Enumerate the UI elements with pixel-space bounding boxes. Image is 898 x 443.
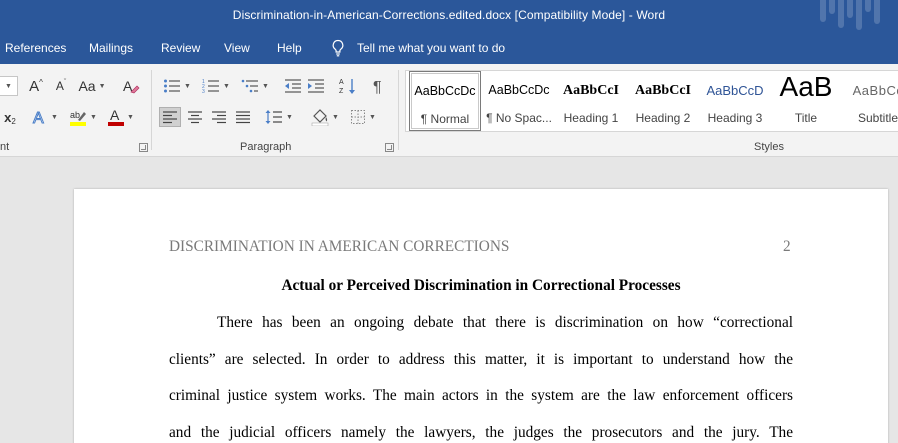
body-text-line: and the judicial officers namely the law… bbox=[169, 424, 793, 441]
align-left-icon bbox=[163, 111, 177, 124]
justify-icon bbox=[236, 111, 250, 124]
style-heading-3[interactable]: AaBbCcD Heading 3 bbox=[699, 71, 771, 131]
svg-text:Z: Z bbox=[339, 88, 344, 95]
align-right-icon bbox=[212, 111, 226, 124]
window-title: Discrimination-in-American-Corrections.e… bbox=[232, 8, 666, 22]
sort-button[interactable]: A Z bbox=[337, 76, 359, 96]
show-formatting-button[interactable]: ¶ bbox=[368, 76, 390, 96]
document-title: Actual or Perceived Discrimination in Co… bbox=[281, 277, 681, 294]
style-heading-1[interactable]: AaBbCcI Heading 1 bbox=[555, 71, 627, 131]
svg-text:3: 3 bbox=[202, 89, 205, 94]
running-head: DISCRIMINATION IN AMERICAN CORRECTIONS bbox=[169, 238, 510, 255]
tell-me-search[interactable]: Tell me what you want to do bbox=[357, 41, 505, 55]
font-group-label: nt bbox=[0, 141, 10, 153]
style-name: Heading 1 bbox=[563, 111, 619, 125]
page-number: 2 bbox=[783, 238, 791, 255]
shrink-font-button[interactable]: Aˇ bbox=[50, 76, 72, 96]
text-effects-button[interactable]: A ▼ bbox=[30, 107, 60, 127]
lightbulb-icon[interactable] bbox=[331, 39, 345, 57]
document-page[interactable]: DISCRIMINATION IN AMERICAN CORRECTIONS 2… bbox=[74, 189, 888, 443]
multilevel-list-button[interactable]: ▼ bbox=[238, 76, 272, 96]
tab-mailings[interactable]: Mailings bbox=[89, 41, 133, 55]
title-bar: Discrimination-in-American-Corrections.e… bbox=[0, 0, 898, 32]
grow-font-button[interactable]: A ^ bbox=[24, 76, 48, 96]
styles-group-label: Styles bbox=[754, 141, 784, 153]
change-case-button[interactable]: Aa ▼ bbox=[76, 76, 108, 96]
style-name: Heading 2 bbox=[635, 111, 691, 125]
style-name: ¶ Normal bbox=[420, 112, 470, 126]
style-name: Heading 3 bbox=[707, 111, 763, 125]
increase-indent-icon bbox=[308, 79, 324, 93]
style-preview: AaBbCcI bbox=[562, 83, 619, 98]
align-right-button[interactable] bbox=[208, 107, 230, 127]
shading-button[interactable]: ▼ bbox=[308, 107, 342, 127]
style-name: Title bbox=[794, 111, 818, 125]
group-divider bbox=[398, 70, 399, 150]
style-heading-2[interactable]: AaBbCcI Heading 2 bbox=[627, 71, 699, 131]
align-left-button[interactable] bbox=[159, 107, 181, 127]
font-color-button[interactable]: A ▼ bbox=[104, 107, 138, 127]
highlight-color-button[interactable]: ab ▼ bbox=[66, 107, 100, 127]
style-preview: AaBbCc bbox=[852, 83, 898, 98]
body-text-line: criminal justice system works. The main … bbox=[169, 387, 793, 404]
bullets-icon bbox=[164, 79, 181, 93]
decrease-indent-icon bbox=[285, 79, 301, 93]
decrease-indent-button[interactable] bbox=[282, 76, 304, 96]
align-center-icon bbox=[188, 111, 202, 124]
font-dialog-launcher[interactable] bbox=[139, 143, 148, 152]
increase-indent-button[interactable] bbox=[305, 76, 327, 96]
style-normal[interactable]: AaBbCcDc ¶ Normal bbox=[409, 71, 481, 131]
multilevel-list-icon bbox=[241, 79, 259, 93]
pilcrow-icon: ¶ bbox=[373, 79, 382, 94]
text-effects-icon: A bbox=[33, 110, 45, 127]
line-spacing-button[interactable]: ▼ bbox=[262, 107, 296, 127]
sort-icon: A Z bbox=[339, 79, 355, 95]
tab-review[interactable]: Review bbox=[161, 41, 200, 55]
ribbon-tabs: References Mailings Review View Help Tel… bbox=[0, 32, 898, 64]
borders-icon bbox=[351, 110, 366, 124]
style-subtitle[interactable]: AaBbCc Subtitle bbox=[842, 71, 898, 131]
body-text-line: There has been an ongoing debate that th… bbox=[217, 314, 793, 331]
body-text-line: clients” are selected. In order to addre… bbox=[169, 351, 793, 368]
justify-button[interactable] bbox=[232, 107, 254, 127]
style-name: ¶ No Spac... bbox=[486, 111, 552, 125]
style-preview: AaBbCcI bbox=[634, 83, 691, 98]
style-name: Subtitle bbox=[857, 111, 898, 125]
style-preview: AaBbCcD bbox=[706, 83, 764, 98]
clear-formatting-button[interactable]: A bbox=[120, 76, 142, 96]
ribbon: ▼ A ^ Aˇ Aa ▼ A x2 A ▼ ab ▼ A ▼ nt ▼ 1 2… bbox=[0, 64, 898, 157]
style-preview: AaB bbox=[779, 71, 833, 102]
tab-help[interactable]: Help bbox=[277, 41, 302, 55]
style-preview: AaBbCcDc bbox=[488, 83, 550, 97]
subscript-button[interactable]: x2 bbox=[0, 107, 20, 127]
numbering-icon: 1 2 3 bbox=[202, 79, 220, 94]
line-spacing-icon bbox=[265, 110, 283, 124]
group-divider bbox=[151, 70, 152, 150]
svg-text:ab: ab bbox=[70, 110, 80, 120]
style-no-spacing[interactable]: AaBbCcDc ¶ No Spac... bbox=[483, 71, 555, 131]
svg-text:A: A bbox=[339, 79, 344, 86]
numbering-button[interactable]: 1 2 3 ▼ bbox=[199, 76, 233, 96]
paragraph-dialog-launcher[interactable] bbox=[385, 143, 394, 152]
svg-text:A: A bbox=[33, 110, 44, 126]
paragraph-group-label: Paragraph bbox=[240, 141, 292, 153]
styles-gallery: AaBbCcDc ¶ Normal AaBbCcDc ¶ No Spac... … bbox=[405, 70, 898, 132]
bullets-button[interactable]: ▼ bbox=[160, 76, 194, 96]
style-title[interactable]: AaB Title bbox=[770, 71, 842, 131]
svg-text:¶: ¶ bbox=[373, 79, 382, 94]
document-canvas: DISCRIMINATION IN AMERICAN CORRECTIONS 2… bbox=[0, 157, 898, 443]
paint-bucket-icon bbox=[311, 109, 329, 126]
align-center-button[interactable] bbox=[184, 107, 206, 127]
eraser-icon: A bbox=[123, 78, 140, 94]
svg-text:A: A bbox=[110, 108, 120, 123]
style-preview: AaBbCcDc bbox=[414, 84, 476, 98]
font-size-dropdown[interactable]: ▼ bbox=[0, 76, 18, 96]
title-bar-decoration bbox=[820, 0, 890, 32]
highlighter-icon: ab bbox=[70, 110, 87, 126]
font-color-icon: A bbox=[108, 108, 125, 126]
tab-references[interactable]: References bbox=[5, 41, 66, 55]
borders-button[interactable]: ▼ bbox=[346, 107, 380, 127]
tab-view[interactable]: View bbox=[224, 41, 250, 55]
